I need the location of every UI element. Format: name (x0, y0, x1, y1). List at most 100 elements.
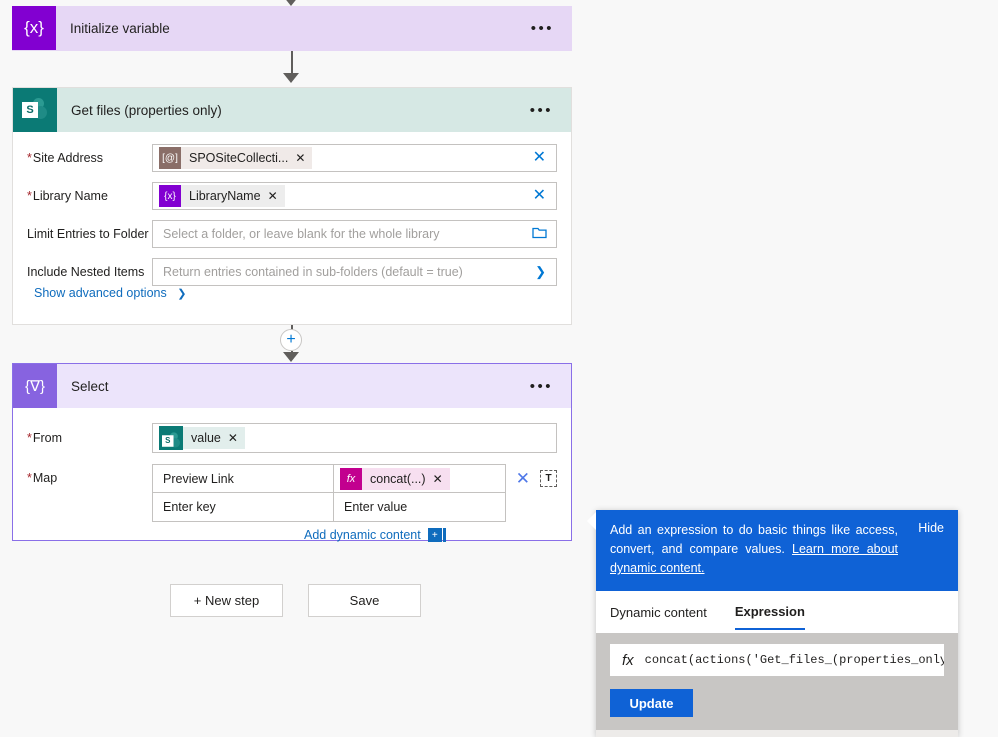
map-key-input[interactable]: Enter key (152, 493, 334, 522)
card-title: Initialize variable (70, 20, 170, 36)
flow-action-buttons: + New step Save (170, 584, 421, 617)
map-grid: Preview Link fx concat(...) ✕ Enter key … (152, 464, 506, 542)
show-advanced-options-label: Show advanced options (34, 286, 167, 300)
flyout-beak (587, 512, 596, 530)
folder-icon-svg (532, 227, 547, 239)
folder-picker-icon[interactable] (532, 226, 550, 242)
show-advanced-options-link[interactable]: Show advanced options ❯ (34, 286, 186, 300)
at-token-icon: [@] (159, 147, 181, 169)
select-filter-icon: {∇} (13, 364, 57, 408)
flyout-banner-text: Add an expression to do basic things lik… (610, 521, 944, 578)
token-remove-icon[interactable]: ✕ (295, 151, 312, 165)
variable-token-icon: {x} (159, 185, 181, 207)
field-label: *From (27, 431, 63, 445)
from-input[interactable]: S value ✕ (152, 423, 557, 453)
hide-button[interactable]: Hide (918, 521, 944, 535)
required-asterisk: * (27, 471, 32, 485)
flyout-body: fx concat(actions('Get_files_(properties… (596, 633, 958, 730)
field-row-limit-entries-to-folder: Limit Entries to Folder Select a folder,… (13, 216, 571, 252)
map-value-placeholder: Enter value (344, 500, 408, 514)
field-label: *Library Name (27, 189, 108, 203)
clear-field-icon[interactable]: ✕ (529, 150, 550, 166)
field-label: Limit Entries to Folder (27, 227, 149, 241)
add-dynamic-content-bar (442, 528, 446, 542)
flow-designer-canvas: {x} Initialize variable ••• S Get files … (0, 0, 998, 737)
token-chip-value[interactable]: S value ✕ (159, 426, 245, 450)
chevron-down-icon: ❯ (177, 288, 187, 300)
insert-new-step-button[interactable]: + (280, 329, 302, 351)
action-card-get-files[interactable]: S Get files (properties only) ••• *Site … (12, 87, 572, 325)
token-label: LibraryName (189, 189, 261, 203)
map-key-placeholder: Enter key (163, 500, 216, 514)
map-value-input[interactable]: Enter value (334, 493, 506, 522)
field-row-include-nested-items: Include Nested Items Return entries cont… (13, 254, 571, 290)
card-title: Get files (properties only) (71, 102, 222, 118)
map-key-value: Preview Link (163, 471, 234, 486)
token-chip-libraryname[interactable]: {x} LibraryName ✕ (159, 185, 285, 207)
token-label: SPOSiteCollecti... (189, 151, 289, 165)
field-row-from: *From S value ✕ (13, 420, 571, 456)
required-asterisk: * (27, 189, 32, 203)
expression-token-icon: fx (340, 467, 362, 490)
tab-expression[interactable]: Expression (734, 594, 805, 630)
map-row: Enter key Enter value (152, 493, 506, 522)
clear-field-icon[interactable]: ✕ (529, 188, 550, 204)
map-grid-wrapper: Preview Link fx concat(...) ✕ Enter key … (152, 464, 557, 542)
chevron-down-icon[interactable]: ❯ (535, 264, 550, 280)
insert-text-icon[interactable]: T (540, 470, 557, 487)
expression-flyout-panel: Add an expression to do basic things lik… (587, 510, 958, 737)
limit-entries-to-folder-input[interactable]: Select a folder, or leave blank for the … (152, 220, 557, 248)
required-asterisk: * (27, 431, 32, 445)
field-label: Include Nested Items (27, 265, 145, 279)
card-menu-icon[interactable]: ••• (530, 102, 571, 119)
new-step-button[interactable]: + New step (170, 584, 283, 617)
variable-braces-icon: {x} (12, 6, 56, 50)
field-row-library-name: *Library Name {x} LibraryName ✕ ✕ (13, 178, 571, 214)
token-remove-icon[interactable]: ✕ (228, 431, 245, 445)
expression-editor[interactable]: fx concat(actions('Get_files_(properties… (610, 644, 944, 676)
field-placeholder: Return entries contained in sub-folders … (163, 265, 463, 279)
card-menu-icon[interactable]: ••• (530, 378, 571, 395)
tab-dynamic-content[interactable]: Dynamic content (610, 595, 707, 629)
flyout-banner: Add an expression to do basic things lik… (596, 510, 958, 591)
map-row: Preview Link fx concat(...) ✕ (152, 464, 506, 493)
token-chip-sposite[interactable]: [@] SPOSiteCollecti... ✕ (159, 147, 313, 169)
map-value-input[interactable]: fx concat(...) ✕ (334, 464, 506, 493)
token-label: value (191, 431, 221, 445)
card-menu-icon[interactable]: ••• (531, 20, 572, 37)
card-title: Select (71, 378, 109, 394)
map-row-tools: ✕ T (506, 464, 557, 493)
update-button[interactable]: Update (610, 689, 693, 717)
required-asterisk: * (27, 151, 32, 165)
expression-input-value: concat(actions('Get_files_(properties_on… (644, 653, 944, 667)
add-dynamic-content-row: Add dynamic content + (152, 528, 506, 542)
delete-x-icon[interactable]: ✕ (516, 469, 530, 489)
card-header: {∇} Select ••• (13, 364, 571, 408)
add-dynamic-content-icon[interactable]: + (427, 528, 442, 542)
map-key-input[interactable]: Preview Link (152, 464, 334, 493)
flyout-footer: Format your data (596, 730, 958, 737)
card-header: S Get files (properties only) ••• (13, 88, 571, 132)
add-dynamic-content-link[interactable]: Add dynamic content (304, 528, 421, 542)
token-remove-icon[interactable]: ✕ (433, 472, 450, 486)
field-placeholder: Select a folder, or leave blank for the … (163, 227, 440, 241)
token-label: concat(...) (370, 471, 426, 486)
token-remove-icon[interactable]: ✕ (268, 189, 285, 203)
sharepoint-icon: S (13, 88, 57, 132)
token-chip-concat[interactable]: fx concat(...) ✕ (340, 467, 450, 490)
include-nested-items-dropdown[interactable]: Return entries contained in sub-folders … (152, 258, 557, 286)
site-address-input[interactable]: [@] SPOSiteCollecti... ✕ ✕ (152, 144, 557, 172)
save-button[interactable]: Save (308, 584, 421, 617)
action-card-select[interactable]: {∇} Select ••• *From S value ✕ *Map Prev… (12, 363, 572, 542)
library-name-input[interactable]: {x} LibraryName ✕ ✕ (152, 182, 557, 210)
field-row-map: *Map Preview Link fx concat(...) ✕ Enter… (13, 464, 571, 542)
fx-icon: fx (622, 651, 634, 669)
card-header: {x} Initialize variable ••• (12, 6, 572, 50)
field-label: *Site Address (27, 151, 104, 165)
connector-arrow-1 (283, 73, 299, 83)
flyout-tabs: Dynamic content Expression (596, 591, 958, 633)
action-card-initialize-variable[interactable]: {x} Initialize variable ••• (12, 6, 572, 51)
field-row-site-address: *Site Address [@] SPOSiteCollecti... ✕ ✕ (13, 140, 571, 176)
field-label: *Map (27, 471, 58, 485)
sharepoint-token-icon: S (159, 426, 183, 450)
